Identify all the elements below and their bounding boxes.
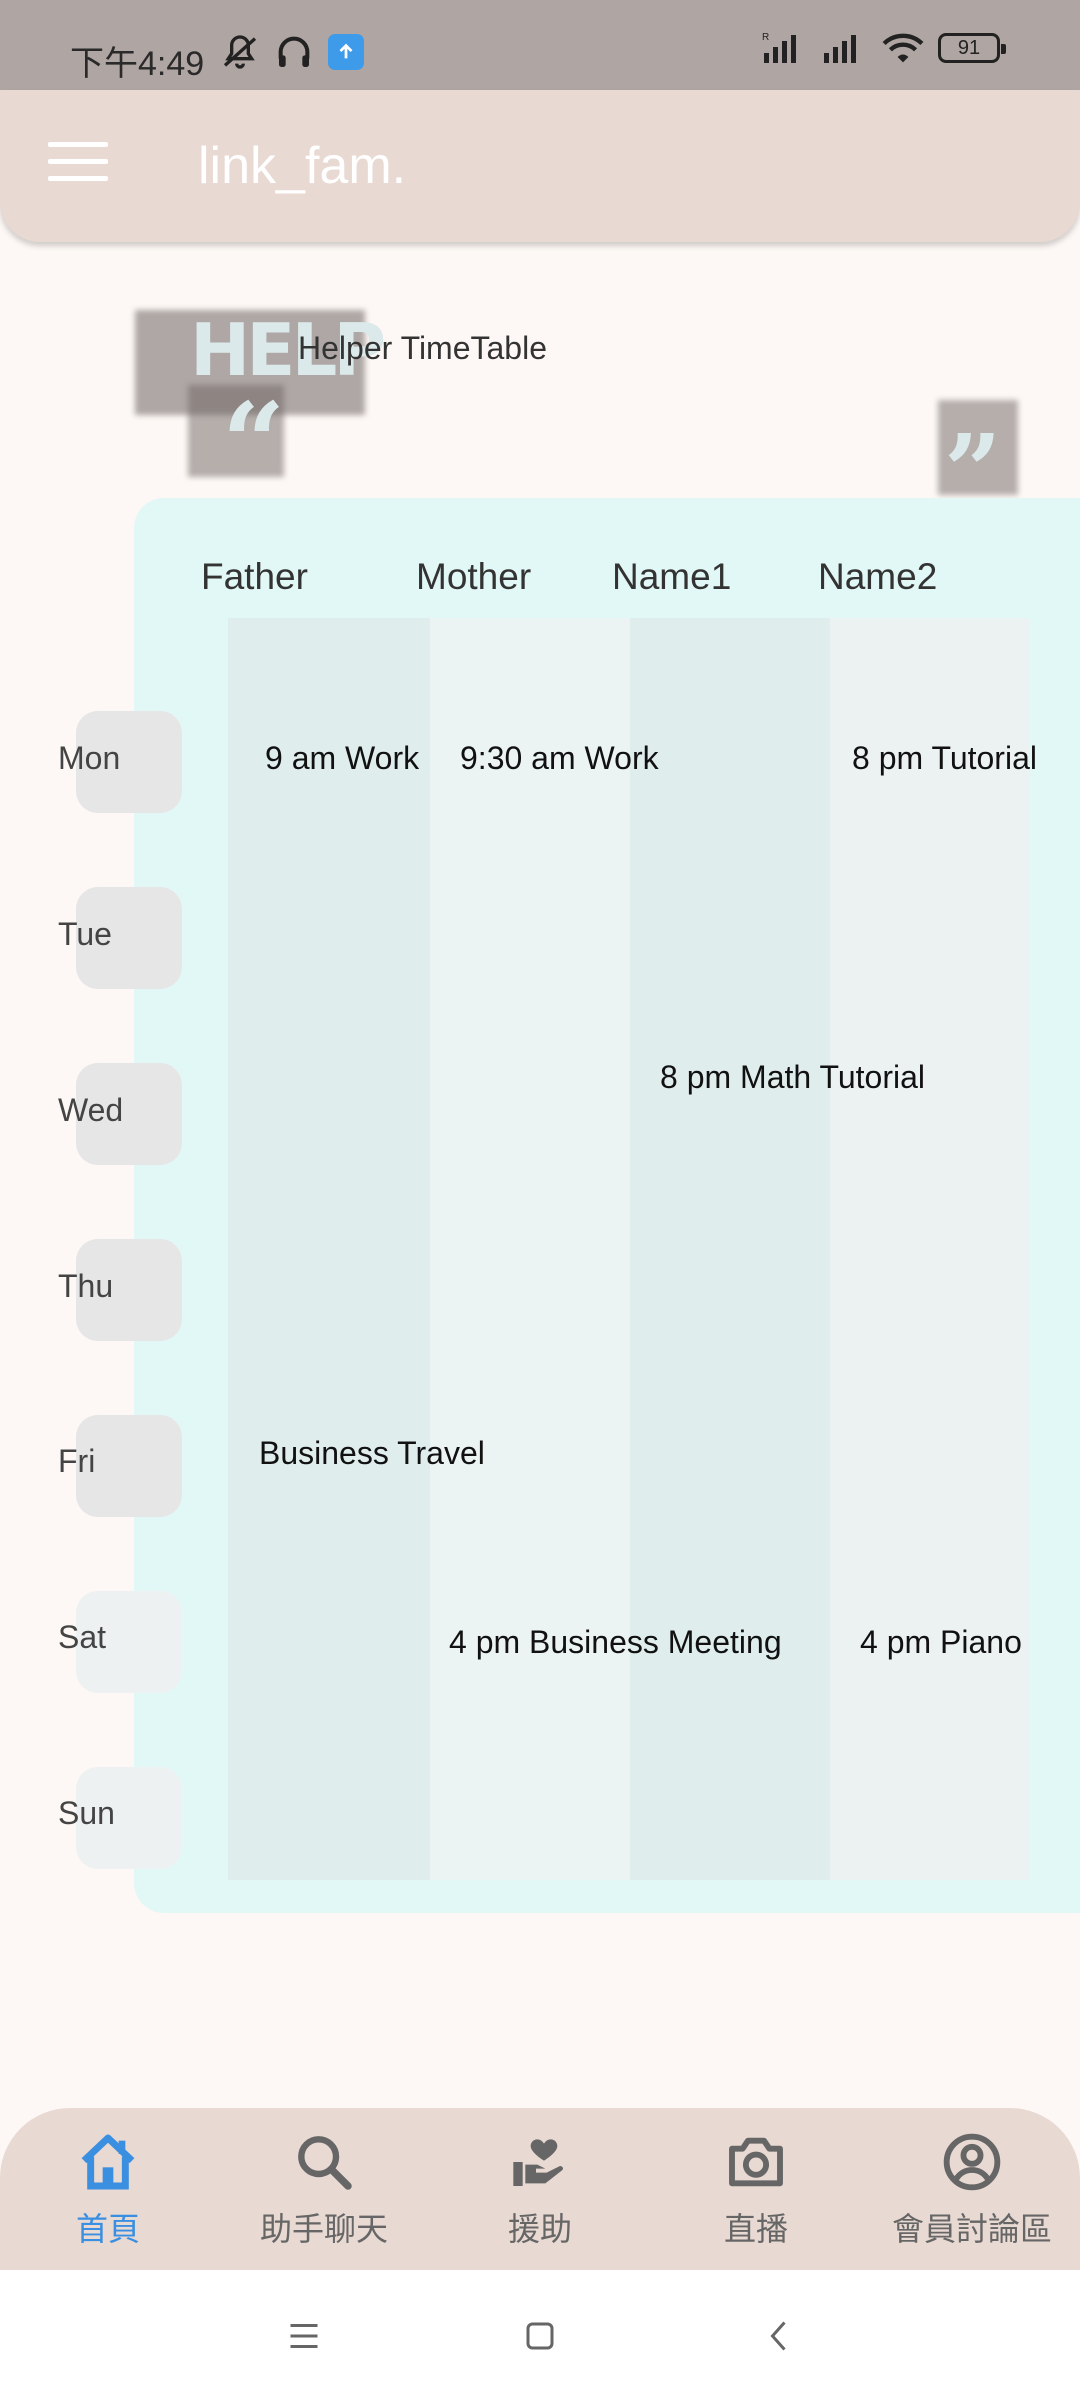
day-label-wed: Wed [58, 1092, 124, 1128]
status-time: 下午4:49 [70, 45, 205, 83]
home-icon [81, 2134, 135, 2190]
nav-label-aid: 援助 [507, 2210, 572, 2248]
column-header-name2: Name2 [818, 556, 938, 597]
event-mon-mother[interactable]: 9:30 am Work [460, 740, 659, 777]
day-label-thu: Thu [58, 1268, 114, 1304]
svg-text:R: R [762, 32, 769, 43]
nav-item-live[interactable]: 直播 [648, 2130, 864, 2270]
nav-item-member-forum[interactable]: 會員討論區 [864, 2130, 1080, 2270]
day-label-tue: Tue [58, 916, 112, 952]
search-icon [298, 2136, 352, 2190]
bottom-navigation: 首頁 助手聊天 援助 直播 會員討論區 [0, 2108, 1080, 2270]
nav-label-live: 直播 [723, 2210, 788, 2248]
open-quote-icon: “ [222, 378, 286, 507]
headphones-icon [278, 36, 310, 67]
nav-label-assistant-chat: 助手聊天 [259, 2210, 388, 2248]
account-circle-icon [943, 2133, 1001, 2191]
back-icon[interactable] [762, 2318, 798, 2354]
column-header-name1: Name1 [612, 556, 732, 597]
upload-app-icon [328, 34, 364, 70]
app-title: link_fam. [198, 137, 407, 195]
app-bar: link_fam. [0, 90, 1080, 242]
day-label-mon: Mon [58, 740, 121, 776]
event-mon-father[interactable]: 9 am Work [265, 740, 419, 777]
day-label-sat: Sat [58, 1619, 107, 1655]
nav-item-assistant-chat[interactable]: 助手聊天 [216, 2130, 432, 2270]
camera-icon [729, 2137, 783, 2187]
column-stripe-mother [430, 618, 630, 1880]
battery-icon: 91 [938, 33, 1006, 63]
column-stripe-father [228, 618, 430, 1880]
mute-bell-icon [223, 35, 257, 69]
nav-label-member-forum: 會員討論區 [891, 2210, 1052, 2248]
column-stripe-name1 [630, 618, 830, 1880]
wifi-icon [882, 33, 924, 63]
nav-item-home[interactable]: 首頁 [0, 2130, 216, 2270]
column-stripe-name2 [830, 618, 1030, 1880]
recent-apps-icon[interactable] [286, 2318, 322, 2354]
event-mon-name2[interactable]: 8 pm Tutorial [852, 740, 1037, 777]
day-label-fri: Fri [58, 1443, 96, 1479]
status-bar: 下午4:49 R 91 [0, 0, 1080, 90]
day-label-sun: Sun [58, 1795, 115, 1831]
event-sat-name2[interactable]: 4 pm Piano [860, 1624, 1022, 1661]
section-title: Helper TimeTable [298, 330, 547, 366]
signal-icon: R [762, 32, 796, 63]
event-wed-name1[interactable]: 8 pm Math Tutorial [660, 1059, 925, 1096]
home-button-icon[interactable] [522, 2318, 558, 2354]
nav-label-home: 首頁 [75, 2210, 140, 2248]
event-fri-father[interactable]: Business Travel [259, 1435, 485, 1472]
signal-icon [824, 35, 856, 63]
event-sat-mother[interactable]: 4 pm Business Meeting [449, 1624, 782, 1661]
system-navigation-bar [0, 2270, 1080, 2400]
column-header-father: Father [201, 556, 308, 597]
hamburger-menu-icon[interactable] [48, 142, 108, 186]
helping-hand-icon [513, 2139, 564, 2186]
nav-item-aid[interactable]: 援助 [432, 2130, 648, 2270]
column-header-mother: Mother [416, 556, 532, 597]
